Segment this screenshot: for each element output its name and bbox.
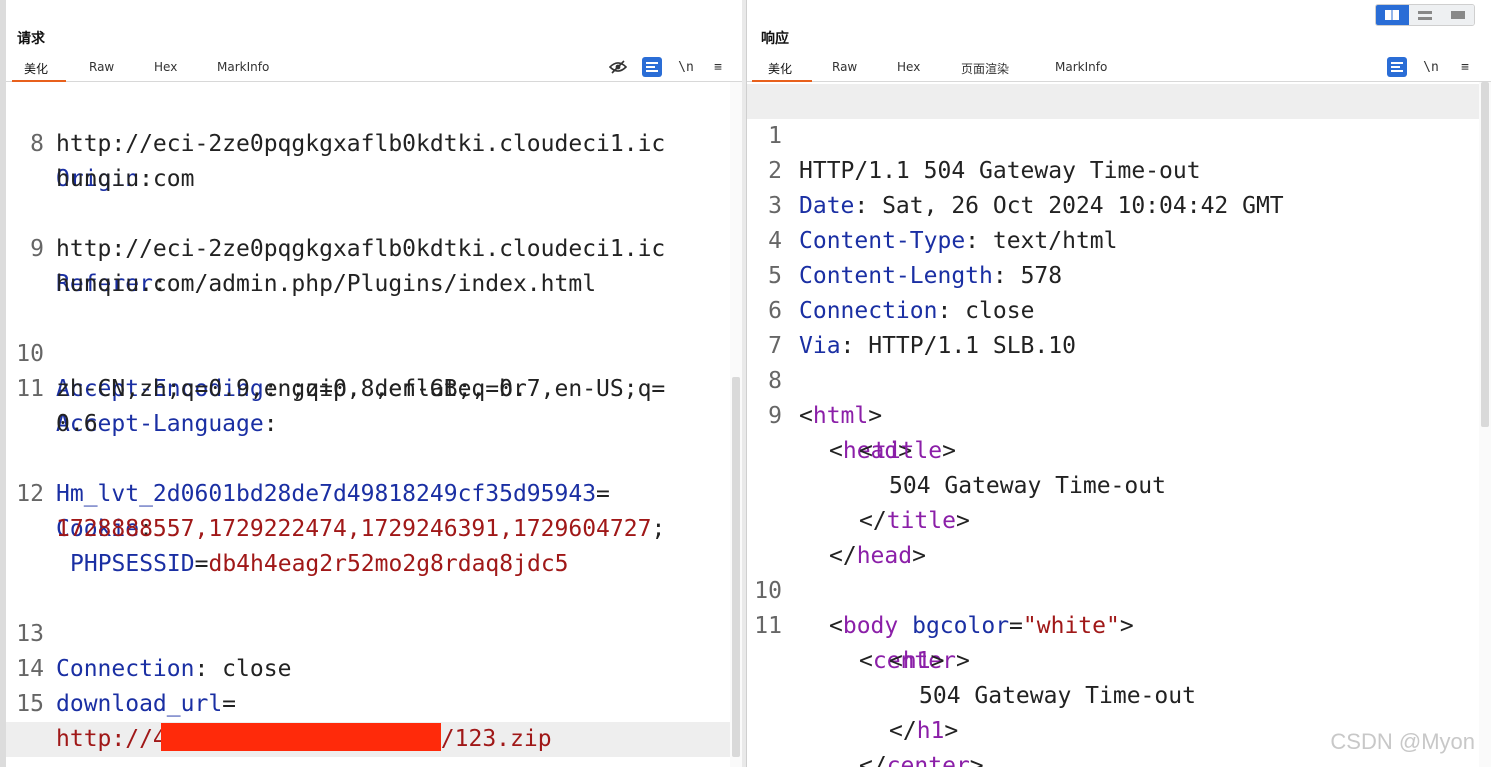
code-line: charset=utf-8 <box>6 82 742 92</box>
code-line: zh-CN,zh;q=0.9,en;q=0.8,en-GB;q=0.7,en-U… <box>56 376 666 402</box>
code-line: 0.6 <box>56 411 98 437</box>
code-line: </title> <box>859 508 970 534</box>
code-line: 504 Gateway Time-out <box>919 683 1196 709</box>
code-line: http://eci-2ze0pqgkgxaflb0kdtki.cloudeci… <box>56 131 666 157</box>
tab-pretty[interactable]: 美化 <box>768 60 792 77</box>
tab-render[interactable]: 页面渲染 <box>961 60 1009 77</box>
code-line: <h1> <box>889 648 945 674</box>
newline-toggle-icon[interactable]: \n <box>1421 57 1441 77</box>
response-editor[interactable]: 1 HTTP/1.1 504 Gateway Time-out 2 Date: … <box>747 82 1491 767</box>
code-line: </h1> <box>889 718 959 744</box>
code-line: hunqiu.com <box>56 166 195 192</box>
code-line: 8 <html> <box>768 368 883 429</box>
menu-icon[interactable]: ≡ <box>708 57 728 77</box>
request-title: 请求 <box>17 31 45 47</box>
response-scroll-thumb[interactable] <box>1481 82 1489 427</box>
code-line: 11 Accept-Language: <box>16 376 278 437</box>
layout-stacked-button[interactable] <box>1408 5 1442 25</box>
code-line: 9 <head> <box>768 403 913 464</box>
single-icon <box>1450 11 1465 19</box>
layout-single-button[interactable] <box>1441 5 1474 25</box>
code-line-current: 1 HTTP/1.1 504 Gateway Time-out <box>747 84 1491 184</box>
code-line: 11 <center> <box>754 613 970 674</box>
request-pane: 请求 美化 Raw Hex MarkInfo \n ≡ charset=utf-… <box>0 0 742 767</box>
redaction-block <box>160 723 441 751</box>
tab-raw[interactable]: Raw <box>832 60 857 74</box>
rows-icon <box>1418 10 1432 20</box>
code-line-current: http://4/123.zip <box>6 722 742 757</box>
code-line: <title> <box>859 438 956 464</box>
code-line: 7 <box>768 333 782 359</box>
response-pane: 响应 美化 Raw Hex 页面渲染 MarkInfo \n ≡ 1 HTTP/… <box>746 0 1491 767</box>
hide-eye-icon[interactable] <box>608 57 628 77</box>
tab-markinfo[interactable]: MarkInfo <box>217 60 269 74</box>
response-title: 响应 <box>761 31 789 47</box>
tab-markinfo[interactable]: MarkInfo <box>1055 60 1107 74</box>
code-line: 10 <body bgcolor="white"> <box>754 578 1134 639</box>
code-line: PHPSESSID=db4h4eag2r52mo2g8rdaq8jdc5 <box>70 551 569 577</box>
code-line: hunqiu.com/admin.php/Plugins/index.html <box>56 271 597 297</box>
pretty-format-icon[interactable] <box>1387 57 1407 77</box>
code-line: 13 Connection: close <box>16 621 292 682</box>
code-line: 8 Origin: <box>30 131 153 192</box>
code-line: download_url= <box>56 691 237 717</box>
code-line: 9 Referer: <box>30 236 167 297</box>
code-line: 2 Date: Sat, 26 Oct 2024 10:04:42 GMT <box>768 158 1284 219</box>
code-line: 3 Content-Type: text/html <box>768 193 1118 254</box>
code-line: 4 Content-Length: 578 <box>768 228 1063 289</box>
code-line: 504 Gateway Time-out <box>889 473 1166 499</box>
menu-icon[interactable]: ≡ <box>1455 57 1475 77</box>
request-tabs: 美化 Raw Hex MarkInfo \n ≡ <box>6 54 742 82</box>
code-line: 12 Cookie: <box>16 481 153 542</box>
request-editor[interactable]: charset=utf-8 8 Origin: http://eci-2ze0p… <box>6 82 742 767</box>
columns-icon <box>1385 10 1400 20</box>
request-scrollbar[interactable] <box>730 82 742 767</box>
code-line: 15 action=start-download&filepath=dbrest… <box>16 691 624 752</box>
watermark: CSDN @Myon <box>1330 729 1475 754</box>
code-line: 1728888557,1729222474,1729246391,1729604… <box>56 516 666 542</box>
code-line: </head> <box>829 543 926 569</box>
code-line: 5 Connection: close <box>768 263 1035 324</box>
layout-side-by-side-button[interactable] <box>1376 5 1409 25</box>
newline-toggle-icon[interactable]: \n <box>676 57 696 77</box>
layout-toggle <box>1375 4 1475 26</box>
tab-hex[interactable]: Hex <box>897 60 920 74</box>
code-line: Hm_lvt_2d0601bd28de7d49818249cf35d95943= <box>56 481 610 507</box>
code-line: 6 Via: HTTP/1.1 SLB.10 <box>768 298 1076 359</box>
response-scrollbar[interactable] <box>1479 82 1491 767</box>
tab-pretty[interactable]: 美化 <box>24 60 48 77</box>
tab-hex[interactable]: Hex <box>154 60 177 74</box>
code-line: http://eci-2ze0pqgkgxaflb0kdtki.cloudeci… <box>56 236 666 262</box>
tab-raw[interactable]: Raw <box>89 60 114 74</box>
code-line: 14 <box>16 656 44 682</box>
response-tabs: 美化 Raw Hex 页面渲染 MarkInfo \n ≡ <box>747 54 1491 82</box>
pretty-format-icon[interactable] <box>642 57 662 77</box>
request-scroll-thumb[interactable] <box>732 377 740 757</box>
code-line: 10 Accept-Encoding: gzip, deflate, br <box>16 341 527 402</box>
